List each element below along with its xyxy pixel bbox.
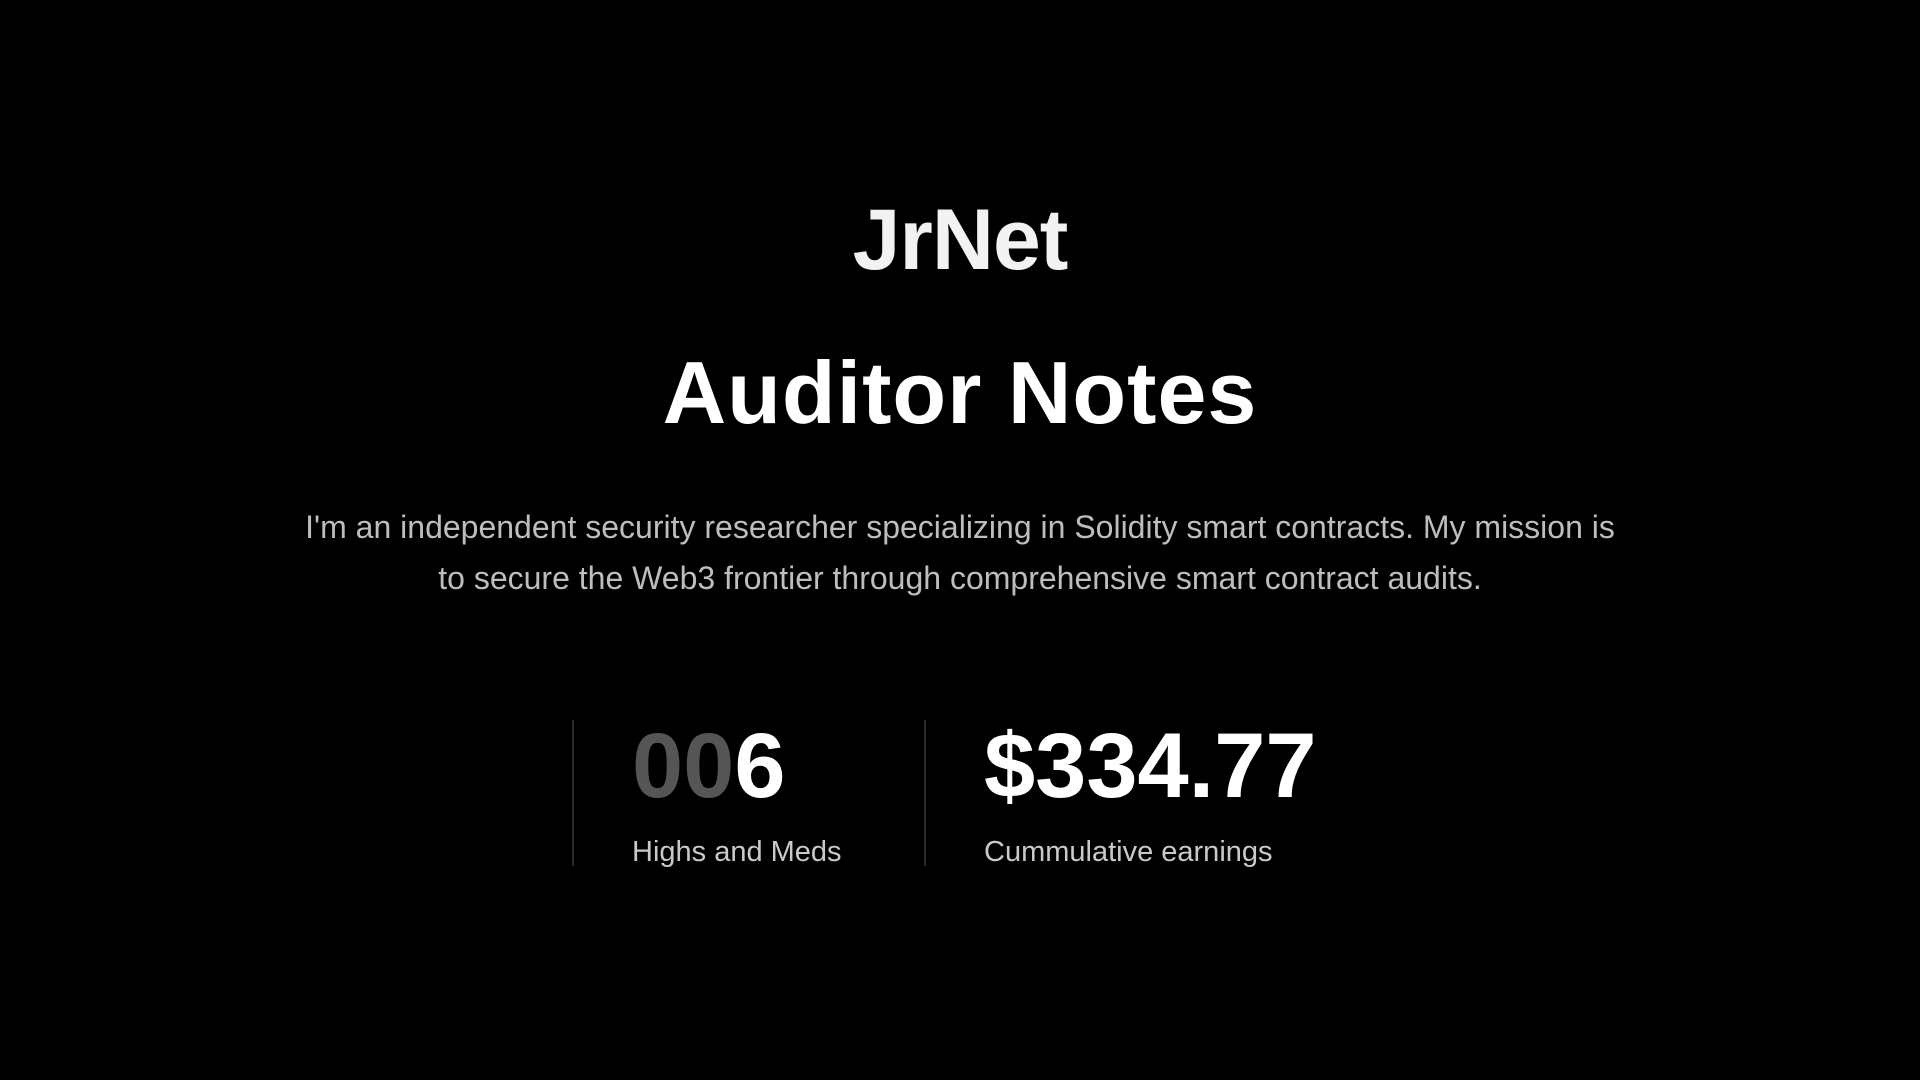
stat-highs-and-meds: 006 Highs and Meds (572, 716, 924, 868)
intro-paragraph: I'm an independent security researcher s… (305, 509, 1615, 596)
stat-highs-value-number: 6 (734, 715, 786, 817)
stats-row: 006 Highs and Meds $334.77 Cummulative e… (572, 716, 1354, 868)
stat-highs-label: Highs and Meds (632, 836, 842, 868)
brand-name: JrNet (852, 192, 1069, 288)
stat-cumulative-earnings: $334.77 Cummulative earnings (924, 716, 1354, 868)
stat-highs-value-padding: 00 (632, 715, 735, 817)
stat-earnings-value: $334.77 (984, 715, 1317, 817)
page-title: Auditor Notes (662, 343, 1258, 442)
hero-section: JrNet Auditor Notes I'm an independent s… (0, 0, 1920, 1080)
stat-earnings-label: Cummulative earnings (984, 836, 1273, 868)
stat-highs-value: 006 (632, 716, 924, 816)
